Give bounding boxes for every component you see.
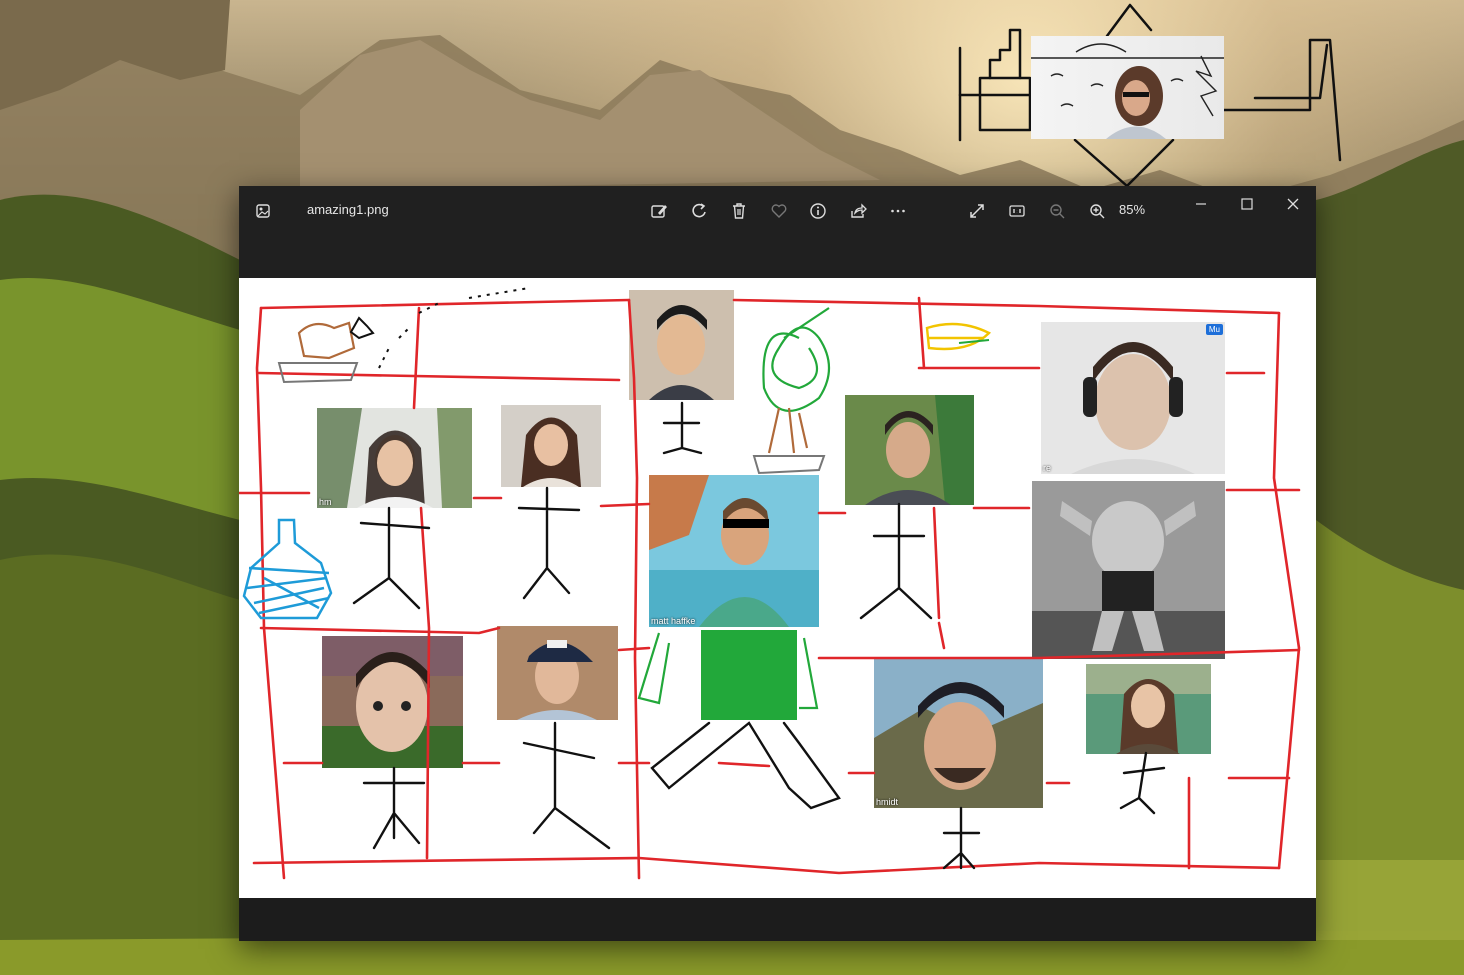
photos-viewer-window: amazing1.png 85% hm matt haffke Mu re hm… xyxy=(239,186,1316,941)
title-bar: amazing1.png 85% xyxy=(239,186,1316,236)
more-icon[interactable] xyxy=(886,199,910,223)
info-icon[interactable] xyxy=(806,199,830,223)
file-name: amazing1.png xyxy=(307,202,389,217)
zoom-in-icon[interactable] xyxy=(1085,199,1109,223)
drawing-overlay xyxy=(239,287,1301,880)
image-icon xyxy=(253,199,273,223)
maximize-icon[interactable] xyxy=(1235,192,1259,216)
zoom-level: 85% xyxy=(1119,202,1146,217)
webcam-video xyxy=(1031,36,1224,139)
edit-icon[interactable] xyxy=(647,199,671,223)
webcam-overlay xyxy=(955,0,1365,190)
actual-size-icon[interactable] xyxy=(1005,199,1029,223)
rotate-icon[interactable] xyxy=(687,199,711,223)
share-icon[interactable] xyxy=(846,199,870,223)
favorite-icon[interactable] xyxy=(767,199,791,223)
fullscreen-icon[interactable] xyxy=(965,199,989,223)
beach-drawing-background xyxy=(1031,43,1224,139)
bottom-bar xyxy=(239,898,1316,941)
minimize-icon[interactable] xyxy=(1189,192,1213,216)
delete-icon[interactable] xyxy=(727,199,751,223)
zoom-out-icon[interactable] xyxy=(1045,199,1069,223)
close-icon[interactable] xyxy=(1281,192,1305,216)
image-canvas: hm matt haffke Mu re hmidt xyxy=(239,278,1316,898)
